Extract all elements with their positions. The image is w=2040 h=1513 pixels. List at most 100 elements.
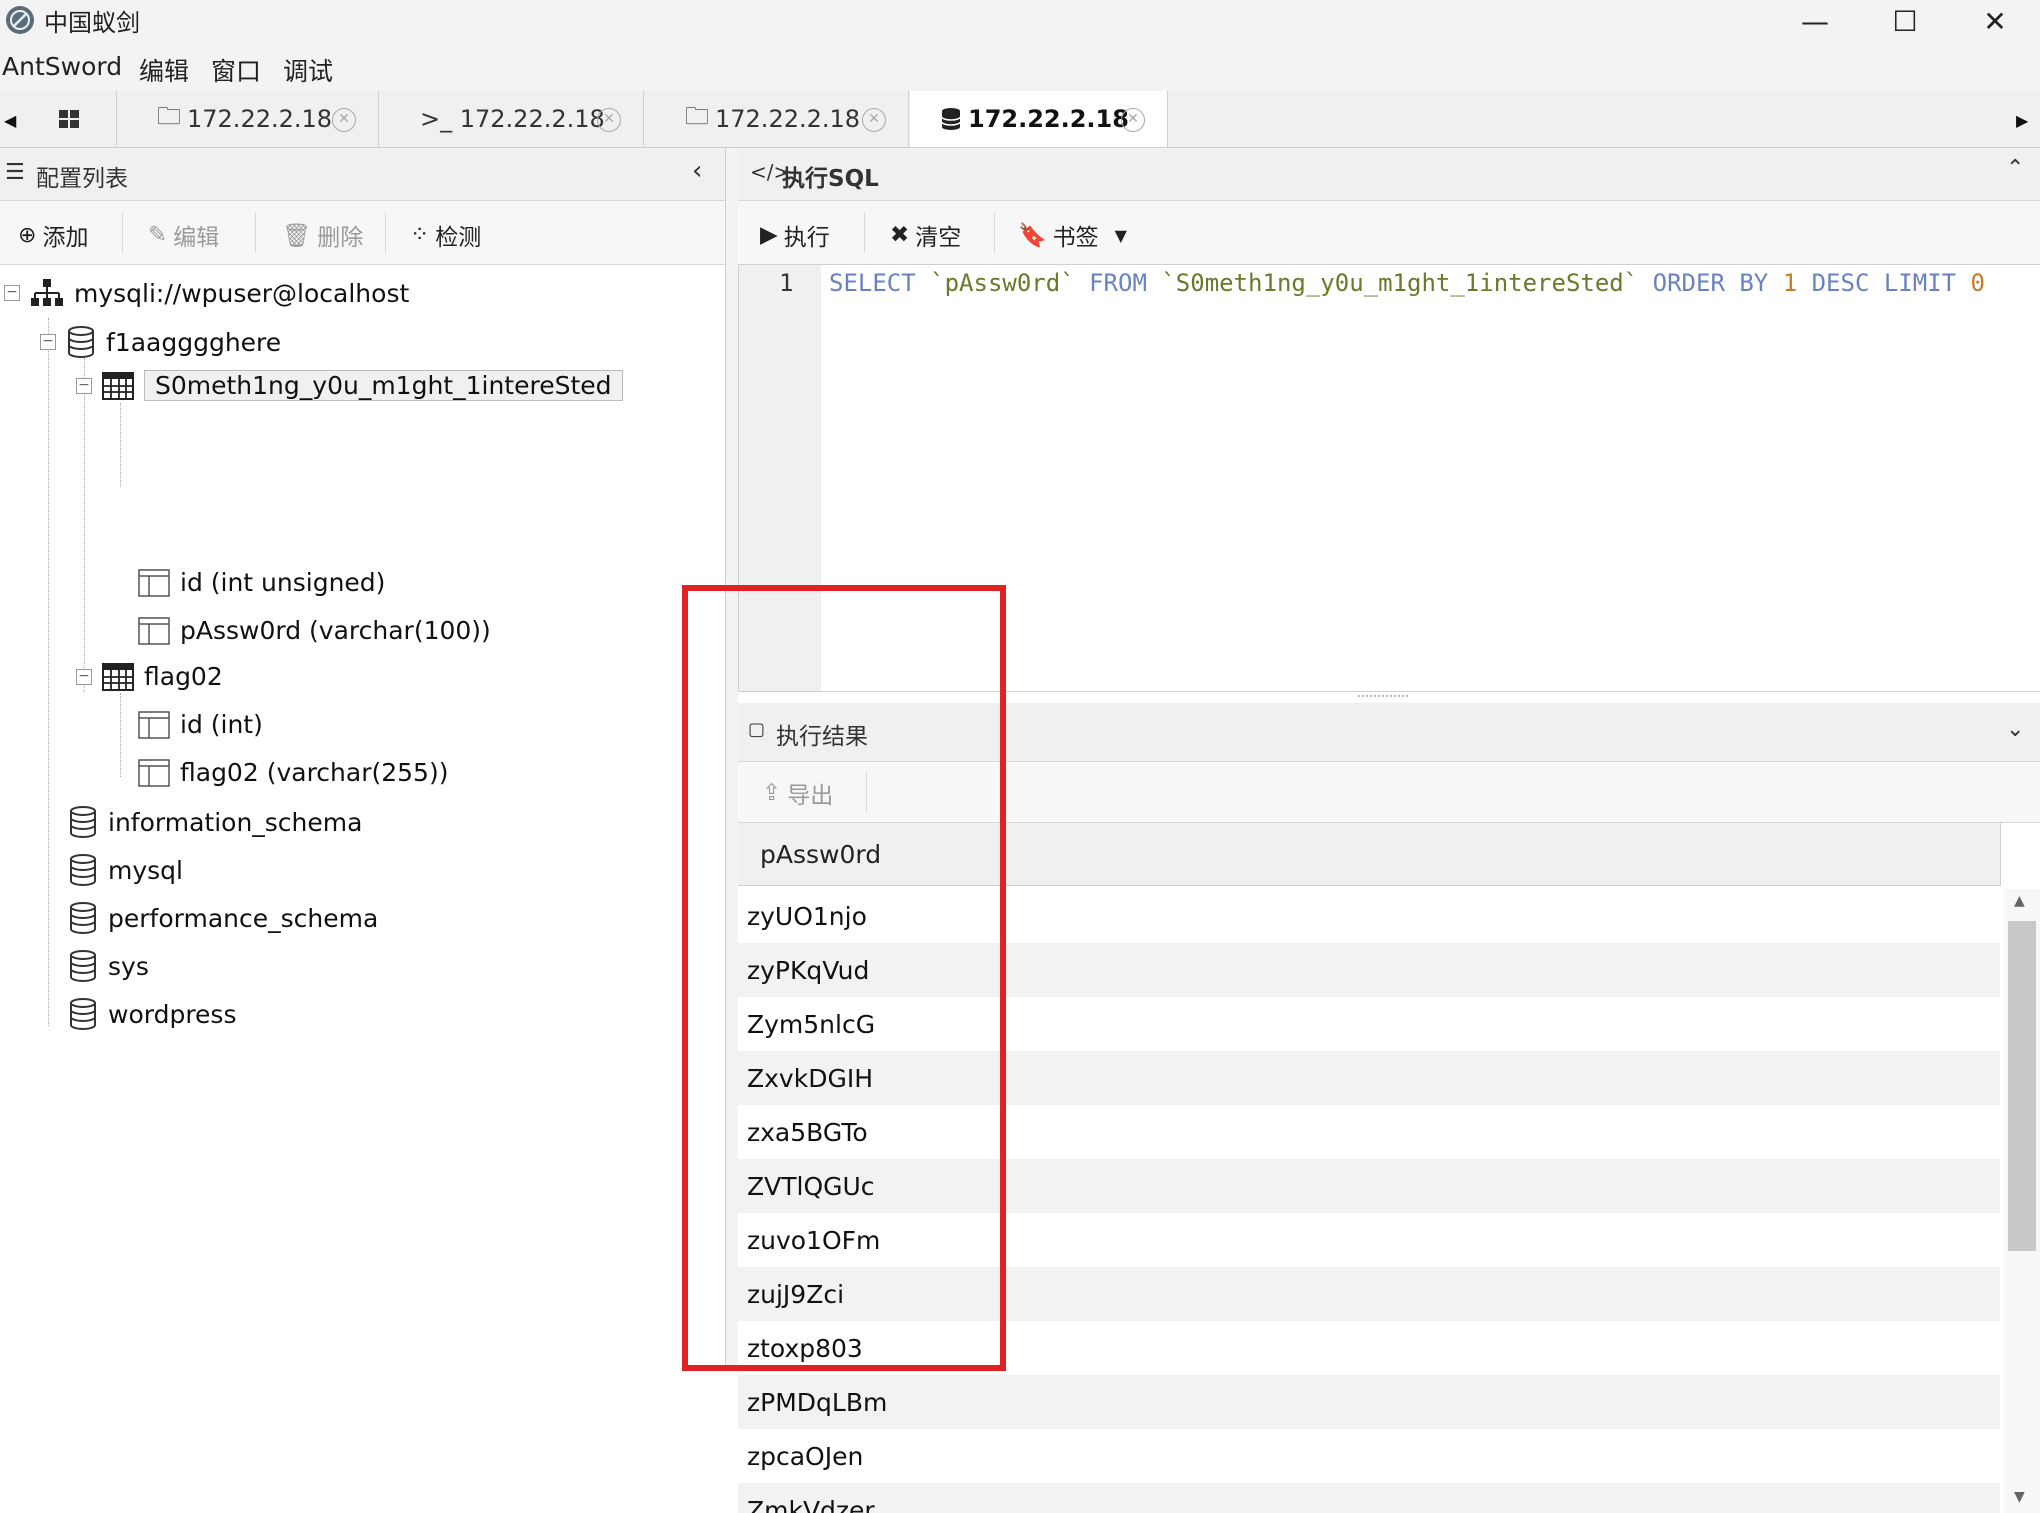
tree-node-column-id[interactable]: id (int) bbox=[138, 710, 263, 739]
column-icon bbox=[138, 759, 170, 787]
edit-label: 编辑 bbox=[173, 218, 219, 252]
grid-icon bbox=[58, 108, 80, 130]
tree-line bbox=[48, 318, 49, 1026]
tree-node-table-something[interactable]: − S0meth1ng_y0u_m1ght_1intereSted bbox=[76, 370, 623, 401]
tree-line bbox=[120, 693, 121, 777]
maximize-button[interactable]: ☐ bbox=[1860, 0, 1950, 42]
tab-scroll-left-icon[interactable]: ◀ bbox=[4, 111, 16, 130]
tree-label: id (int) bbox=[180, 710, 263, 739]
menu-debug[interactable]: 调试 bbox=[283, 52, 333, 88]
tree-label: mysqli://wpuser@localhost bbox=[74, 279, 409, 308]
table-icon bbox=[102, 663, 134, 691]
menu-antsword[interactable]: AntSword bbox=[2, 52, 122, 81]
tab-label: 172.22.2.18 bbox=[187, 105, 332, 133]
tree-node-db-mysql[interactable]: mysql bbox=[68, 854, 183, 886]
check-label: 检测 bbox=[435, 218, 481, 252]
collapse-toggle-icon[interactable]: − bbox=[76, 669, 92, 685]
database-icon bbox=[68, 950, 98, 982]
tree-label: id (int unsigned) bbox=[180, 568, 385, 597]
minimize-button[interactable]: — bbox=[1770, 0, 1860, 42]
tab-home[interactable] bbox=[22, 91, 117, 147]
column-icon bbox=[138, 617, 170, 645]
table-row[interactable]: ZmkVdzer bbox=[738, 1483, 2000, 1513]
execute-button[interactable]: ▶执行 bbox=[760, 218, 830, 252]
tab-scroll-right-icon[interactable]: ▶ bbox=[2016, 111, 2028, 130]
folder-icon: 🗀 bbox=[157, 99, 181, 140]
chevron-down-icon[interactable]: ⌄ bbox=[2006, 717, 2024, 742]
tree-label: performance_schema bbox=[108, 904, 378, 933]
tab-filemanager-1[interactable]: 🗀 172.22.2.18 ✕ bbox=[117, 91, 379, 147]
sql-identifier: `pAssw0rd` bbox=[930, 269, 1075, 297]
collapse-toggle-icon[interactable]: − bbox=[4, 285, 20, 301]
config-toolbar: ⊕添加 ✎编辑 🗑删除 ⁘检测 bbox=[0, 201, 725, 265]
tab-close-icon[interactable]: ✕ bbox=[332, 108, 356, 132]
tree-node-db-f1aagggghere[interactable]: − f1aagggghere bbox=[40, 326, 281, 358]
tree-label: pAssw0rd (varchar(100)) bbox=[180, 616, 491, 645]
tree-node-db-performance-schema[interactable]: performance_schema bbox=[68, 902, 378, 934]
chevron-up-icon[interactable]: ⌃ bbox=[2006, 156, 2024, 181]
sql-keyword: DESC LIMIT bbox=[1812, 269, 1957, 297]
bookmark-label: 书签 bbox=[1053, 218, 1099, 252]
tree-node-table-flag02[interactable]: − flag02 bbox=[76, 662, 223, 691]
sql-line[interactable]: SELECT `pAssw0rd` FROM `S0meth1ng_y0u_m1… bbox=[829, 269, 2039, 297]
cell: zPMDqLBm bbox=[747, 1388, 887, 1417]
tab-close-icon[interactable]: ✕ bbox=[597, 108, 621, 132]
config-list-panel: ☰ 配置列表 ‹ ⊕添加 ✎编辑 🗑删除 ⁘检测 − mysqli://wp bbox=[0, 148, 726, 1371]
list-icon: ☰ bbox=[5, 160, 25, 185]
x-icon: ✖ bbox=[890, 222, 909, 248]
tree-node-column-password[interactable]: pAssw0rd (varchar(100)) bbox=[138, 616, 491, 645]
close-button[interactable]: ✕ bbox=[1950, 0, 2040, 42]
tab-close-icon[interactable]: ✕ bbox=[862, 108, 886, 132]
collapse-toggle-icon[interactable]: − bbox=[76, 378, 92, 394]
tree-node-db-sys[interactable]: sys bbox=[68, 950, 149, 982]
menu-window[interactable]: 窗口 bbox=[211, 52, 261, 88]
folder-icon: 🗀 bbox=[685, 99, 709, 140]
highlight-box bbox=[682, 585, 1006, 1371]
tab-filemanager-2[interactable]: 🗀 172.22.2.18 ✕ bbox=[645, 91, 909, 147]
tree-node-column-flag02[interactable]: flag02 (varchar(255)) bbox=[138, 758, 448, 787]
check-button[interactable]: ⁘检测 bbox=[410, 218, 481, 252]
sql-number: 0 bbox=[1971, 269, 1985, 297]
menu-edit[interactable]: 编辑 bbox=[139, 52, 189, 88]
collapse-left-icon[interactable]: ‹ bbox=[692, 156, 702, 186]
collapse-toggle-icon[interactable]: − bbox=[40, 334, 56, 350]
execute-label: 执行 bbox=[784, 218, 830, 252]
tab-database[interactable]: 172.22.2.18 ✕ bbox=[910, 91, 1168, 147]
edit-button[interactable]: ✎编辑 bbox=[148, 218, 219, 252]
title-bar: 中国蚁剑 — ☐ ✕ bbox=[0, 0, 2040, 46]
scroll-up-icon[interactable]: ▲ bbox=[2014, 893, 2025, 909]
tab-terminal[interactable]: >_ 172.22.2.18 ✕ bbox=[380, 91, 644, 147]
spinner-icon: ⁘ bbox=[410, 222, 429, 248]
tree-label: flag02 bbox=[144, 662, 223, 691]
bookmark-icon: 🔖 bbox=[1018, 222, 1047, 249]
tab-label: 172.22.2.18 bbox=[968, 105, 1129, 133]
play-icon: ▶ bbox=[760, 222, 778, 248]
tree-node-db-wordpress[interactable]: wordpress bbox=[68, 998, 236, 1030]
edit-icon: ✎ bbox=[148, 222, 167, 248]
clear-button[interactable]: ✖清空 bbox=[890, 218, 961, 252]
table-row[interactable]: zPMDqLBm bbox=[738, 1375, 2000, 1429]
add-button[interactable]: ⊕添加 bbox=[18, 218, 88, 252]
column-icon bbox=[138, 569, 170, 597]
table-row[interactable]: zpcaOJen bbox=[738, 1429, 2000, 1483]
delete-button[interactable]: 🗑删除 bbox=[282, 218, 363, 252]
scrollbar-thumb[interactable] bbox=[2008, 921, 2036, 1251]
tree-node-db-information-schema[interactable]: information_schema bbox=[68, 806, 362, 838]
resize-handle[interactable] bbox=[1358, 695, 1408, 699]
window-title: 中国蚁剑 bbox=[44, 3, 140, 38]
toolbar-separator bbox=[255, 213, 256, 253]
toolbar-separator bbox=[994, 213, 995, 253]
tree-node-connection[interactable]: − mysqli://wpuser@localhost bbox=[4, 278, 409, 308]
config-list-header: ☰ 配置列表 ‹ bbox=[0, 148, 725, 201]
tree-node-column-id[interactable]: id (int unsigned) bbox=[138, 568, 385, 597]
scroll-down-icon[interactable]: ▼ bbox=[2014, 1489, 2025, 1505]
delete-label: 删除 bbox=[317, 218, 363, 252]
tab-label: >_ 172.22.2.18 bbox=[420, 105, 605, 133]
database-icon bbox=[68, 998, 98, 1030]
tab-close-icon[interactable]: ✕ bbox=[1121, 108, 1145, 132]
bookmark-button[interactable]: 🔖书签 ▼ bbox=[1018, 218, 1127, 252]
add-label: 添加 bbox=[42, 218, 88, 252]
result-scrollbar[interactable]: ▲ ▼ bbox=[2004, 889, 2040, 1513]
tree-line bbox=[120, 403, 121, 487]
tree-label: information_schema bbox=[108, 808, 362, 837]
